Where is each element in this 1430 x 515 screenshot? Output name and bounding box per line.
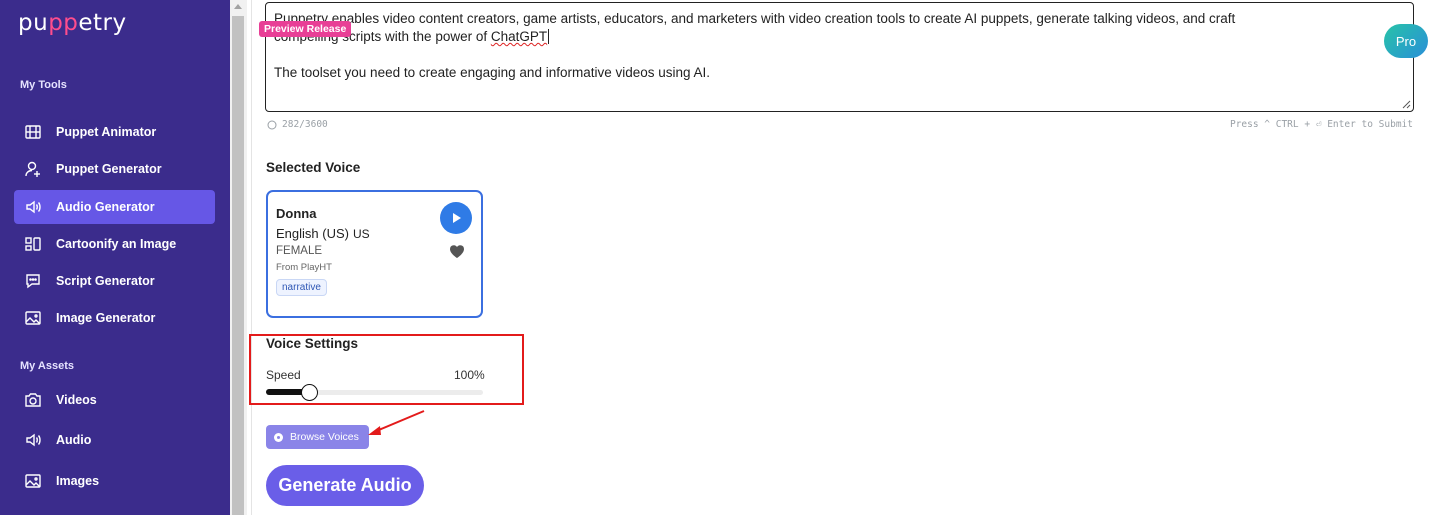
sidebar-item-audio-generator[interactable]: Audio Generator [14,190,215,224]
sidebar-item-label: Script Generator [56,274,155,288]
page-scrollbar[interactable] [230,0,247,515]
voice-card[interactable]: Donna English (US) US FEMALE From PlayHT … [266,190,483,318]
browse-voices-button[interactable]: Browse Voices [266,425,369,449]
sidebar-item-label: Cartoonify an Image [56,237,177,251]
sidebar-item-image-generator[interactable]: Image Generator [14,301,215,335]
my-assets-title: My Assets [20,360,75,372]
sidebar-item-puppet-generator[interactable]: Puppet Generator [14,152,215,186]
sidebar-item-videos[interactable]: Videos [14,383,215,417]
play-button[interactable] [440,202,472,234]
preview-release-badge: Preview Release [259,21,352,37]
browse-voices-label: Browse Voices [290,431,359,443]
sidebar-item-audio[interactable]: Audio [14,423,215,457]
misspelled-word: ChatGPT [490,29,548,44]
my-tools-title: My Tools [20,79,67,91]
resize-grip-icon[interactable] [1402,100,1411,109]
selected-voice-heading: Selected Voice [266,160,361,175]
image-icon [24,472,42,490]
play-icon [453,213,461,223]
sidebar-item-script-generator[interactable]: Script Generator [14,264,215,298]
sidebar-item-label: Puppet Generator [56,162,162,176]
puppetry-logo[interactable]: puppetry [18,10,127,36]
camera-icon [24,391,42,409]
sidebar-item-label: Puppet Animator [56,125,157,139]
voice-source: From PlayHT [276,262,332,273]
scroll-up-arrow-icon[interactable] [234,4,242,9]
annotation-highlight-box [249,334,524,405]
sidebar-item-label: Audio Generator [56,200,155,214]
scrollbar-thumb[interactable] [232,16,244,515]
sidebar-item-label: Audio [56,433,92,447]
logo-text-end: etry [78,10,127,36]
sidebar-item-label: Videos [56,393,97,407]
script-line-1: Puppetry enables video content creators,… [274,11,1236,26]
sidebar: puppetry My Tools Puppet Animator Puppet… [0,0,230,515]
chat-icon [24,272,42,290]
script-line-2: compelling scripts with the power of Cha… [274,28,1405,46]
user-plus-icon [24,160,42,178]
generate-audio-button[interactable]: Generate Audio [266,465,424,506]
text-cursor [548,29,550,44]
film-icon [24,123,42,141]
logo-text-start: pu [18,10,49,36]
character-counter: 282/3600 [267,119,328,130]
search-icon [274,432,283,442]
speaker-icon [24,198,42,216]
image-icon [24,309,42,327]
voice-language-text: English (US) [276,226,349,241]
heart-icon[interactable] [448,243,466,259]
sidebar-item-puppet-animator[interactable]: Puppet Animator [14,115,215,149]
submit-hint: Press ^ CTRL + ⏎ Enter to Submit [1229,119,1413,130]
sidebar-item-label: Image Generator [56,311,156,325]
script-textarea[interactable]: Puppetry enables video content creators,… [265,2,1414,112]
content-divider [251,0,252,515]
character-count: 282/3600 [282,119,328,130]
sidebar-item-cartoonify[interactable]: Cartoonify an Image [14,227,215,261]
layout-icon [24,235,42,253]
speaker-icon [24,431,42,449]
annotation-arrow-icon [368,410,425,435]
sidebar-item-images[interactable]: Images [14,464,215,498]
chat-bubble-icon [267,120,277,129]
sidebar-item-label: Images [56,474,100,488]
pro-badge[interactable]: Pro [1384,24,1428,58]
script-line-3: The toolset you need to create engaging … [274,65,711,80]
voice-country-code: US [352,227,370,241]
logo-text-highlight: pp [48,10,79,36]
voice-tag: narrative [276,279,327,296]
